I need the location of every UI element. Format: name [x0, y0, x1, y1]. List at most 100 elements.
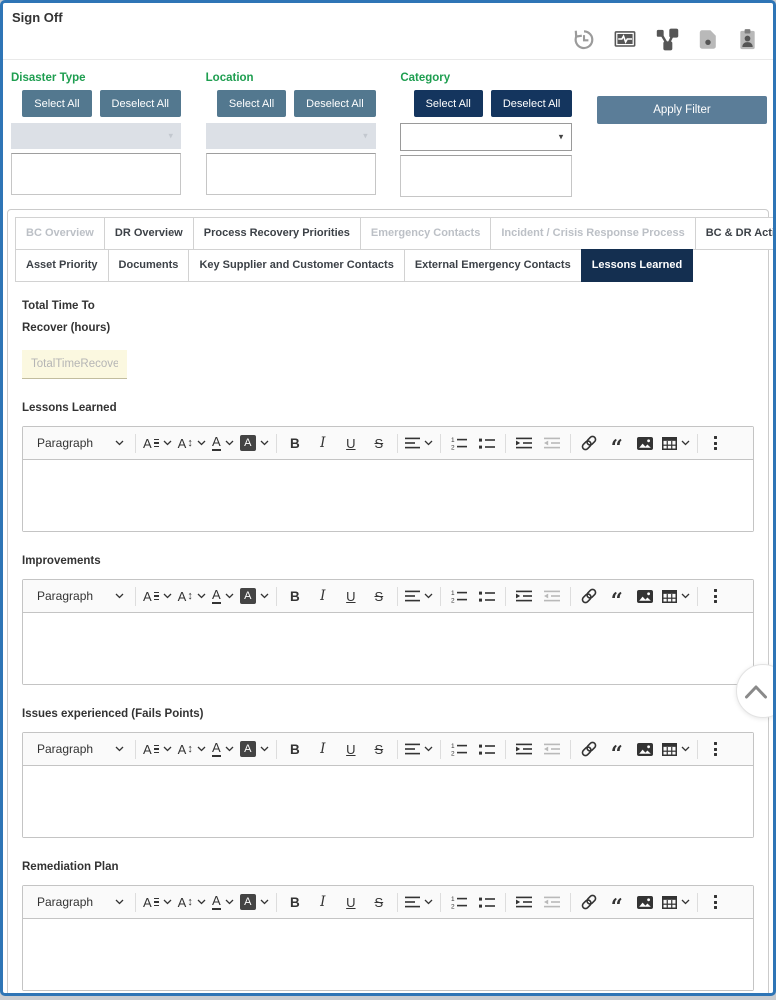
numbered-list-button[interactable]: 12 — [445, 430, 473, 456]
tab-key-supplier-and-customer-contacts[interactable]: Key Supplier and Customer Contacts — [188, 249, 405, 282]
tab-bc-dr-actions[interactable]: BC & DR Actions — [694, 217, 773, 250]
text-alignment-button[interactable] — [402, 430, 436, 456]
font-size-button[interactable]: A ↕ — [175, 889, 209, 915]
increase-indent-button[interactable] — [510, 736, 538, 762]
font-background-button[interactable]: A — [237, 583, 272, 609]
text-alignment-button[interactable] — [402, 583, 436, 609]
more-options-button[interactable] — [702, 583, 730, 609]
deselect-all-button[interactable]: Deselect All — [490, 90, 573, 117]
link-button[interactable] — [575, 430, 603, 456]
tab-bc-overview[interactable]: BC Overview — [15, 217, 105, 250]
numbered-list-button[interactable]: 12 — [445, 583, 473, 609]
tab-incident-crisis-response-process[interactable]: Incident / Crisis Response Process — [490, 217, 696, 250]
font-size-button[interactable]: A ↕ — [175, 736, 209, 762]
font-background-button[interactable]: A — [237, 736, 272, 762]
history-button[interactable] — [571, 27, 596, 52]
rte-editing-area[interactable] — [23, 613, 753, 684]
italic-button[interactable]: I — [309, 583, 337, 609]
font-color-button[interactable]: A — [209, 889, 237, 915]
numbered-list-button[interactable]: 12 — [445, 736, 473, 762]
font-color-button[interactable]: A — [209, 736, 237, 762]
bold-button[interactable]: B — [281, 583, 309, 609]
tab-asset-priority[interactable]: Asset Priority — [15, 249, 109, 282]
decrease-indent-button[interactable] — [538, 430, 566, 456]
select-all-button[interactable]: Select All — [22, 90, 92, 117]
text-alignment-button[interactable] — [402, 889, 436, 915]
insert-image-button[interactable] — [631, 583, 659, 609]
insert-table-button[interactable] — [659, 889, 693, 915]
select-all-button[interactable]: Select All — [216, 90, 287, 117]
bold-button[interactable]: B — [281, 430, 309, 456]
underline-button[interactable]: U — [337, 430, 365, 456]
more-options-button[interactable] — [702, 889, 730, 915]
text-alignment-button[interactable] — [402, 736, 436, 762]
more-options-button[interactable] — [702, 430, 730, 456]
paragraph-style-dropdown[interactable]: Paragraph — [27, 736, 131, 762]
bold-button[interactable]: B — [281, 889, 309, 915]
decrease-indent-button[interactable] — [538, 889, 566, 915]
tab-emergency-contacts[interactable]: Emergency Contacts — [359, 217, 492, 250]
italic-button[interactable]: I — [309, 889, 337, 915]
insert-image-button[interactable] — [631, 889, 659, 915]
rte-editing-area[interactable] — [23, 919, 753, 990]
deselect-all-button[interactable]: Deselect All — [294, 90, 376, 117]
system-monitor-button[interactable] — [612, 27, 638, 52]
tab-dr-overview[interactable]: DR Overview — [103, 217, 194, 250]
font-family-button[interactable]: A — [140, 430, 175, 456]
strikethrough-button[interactable]: S — [365, 736, 393, 762]
font-family-button[interactable]: A — [140, 583, 175, 609]
strikethrough-button[interactable]: S — [365, 583, 393, 609]
filter-dropdown[interactable]: ▾ — [400, 123, 573, 151]
sitemap-button[interactable] — [654, 27, 680, 52]
filter-list-box[interactable] — [205, 153, 376, 195]
font-background-button[interactable]: A — [237, 430, 272, 456]
decrease-indent-button[interactable] — [538, 583, 566, 609]
paragraph-style-dropdown[interactable]: Paragraph — [27, 583, 131, 609]
bulleted-list-button[interactable] — [473, 736, 501, 762]
tab-documents[interactable]: Documents — [107, 249, 190, 282]
rte-editing-area[interactable] — [23, 460, 753, 531]
italic-button[interactable]: I — [309, 736, 337, 762]
bulleted-list-button[interactable] — [473, 889, 501, 915]
rte-editing-area[interactable] — [23, 766, 753, 837]
decrease-indent-button[interactable] — [538, 736, 566, 762]
font-family-button[interactable]: A — [140, 736, 175, 762]
tab-process-recovery-priorities[interactable]: Process Recovery Priorities — [192, 217, 361, 250]
filter-dropdown[interactable]: ▾ — [205, 123, 376, 149]
block-quote-button[interactable]: “ — [603, 889, 631, 917]
insert-image-button[interactable] — [631, 736, 659, 762]
insert-table-button[interactable] — [659, 736, 693, 762]
insert-table-button[interactable] — [659, 430, 693, 456]
font-size-button[interactable]: A ↕ — [175, 430, 209, 456]
insert-table-button[interactable] — [659, 583, 693, 609]
tab-external-emergency-contacts[interactable]: External Emergency Contacts — [403, 249, 582, 282]
bulleted-list-button[interactable] — [473, 583, 501, 609]
increase-indent-button[interactable] — [510, 889, 538, 915]
paragraph-style-dropdown[interactable]: Paragraph — [27, 430, 131, 456]
font-family-button[interactable]: A — [140, 889, 175, 915]
block-quote-button[interactable]: “ — [603, 583, 631, 611]
underline-button[interactable]: U — [337, 736, 365, 762]
audit-clipboard-button[interactable] — [736, 27, 759, 52]
total-time-to-recover-input[interactable] — [22, 350, 127, 379]
deselect-all-button[interactable]: Deselect All — [99, 90, 181, 117]
bulleted-list-button[interactable] — [473, 430, 501, 456]
strikethrough-button[interactable]: S — [365, 430, 393, 456]
numbered-list-button[interactable]: 12 — [445, 889, 473, 915]
more-options-button[interactable] — [702, 736, 730, 762]
apply-filter-button[interactable]: Apply Filter — [596, 96, 767, 124]
font-background-button[interactable]: A — [237, 889, 272, 915]
increase-indent-button[interactable] — [510, 430, 538, 456]
filter-dropdown[interactable]: ▾ — [11, 123, 181, 149]
block-quote-button[interactable]: “ — [603, 736, 631, 764]
font-size-button[interactable]: A ↕ — [175, 583, 209, 609]
underline-button[interactable]: U — [337, 583, 365, 609]
font-color-button[interactable]: A — [209, 583, 237, 609]
strikethrough-button[interactable]: S — [365, 889, 393, 915]
paragraph-style-dropdown[interactable]: Paragraph — [27, 889, 131, 915]
tab-lessons-learned[interactable]: Lessons Learned — [580, 249, 694, 282]
underline-button[interactable]: U — [337, 889, 365, 915]
filter-list-box[interactable] — [400, 155, 573, 197]
save-button[interactable] — [696, 27, 720, 52]
italic-button[interactable]: I — [309, 430, 337, 456]
